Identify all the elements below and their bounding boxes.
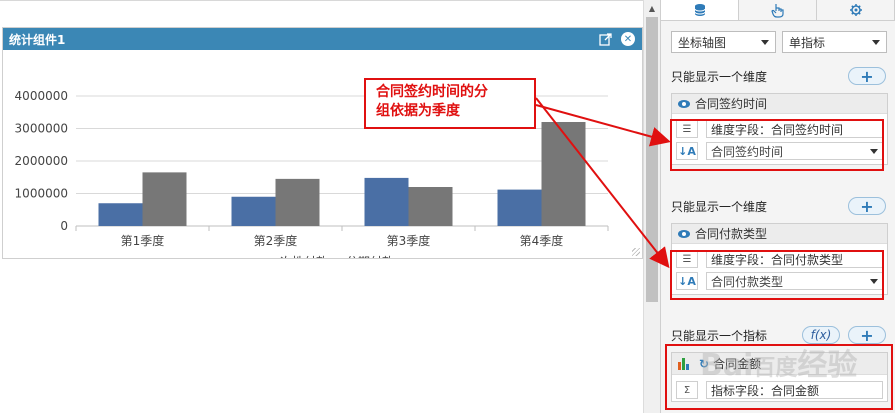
bar-series1 xyxy=(497,189,542,226)
section-label: 只能显示一个指标 xyxy=(671,328,768,343)
eye-icon[interactable] xyxy=(678,99,690,108)
y-tick-label: 0 xyxy=(60,219,68,233)
scroll-up-arrow-icon[interactable]: ▲ xyxy=(644,0,660,16)
eye-icon[interactable] xyxy=(678,229,690,238)
top-selects: 坐标轴图 单指标 xyxy=(661,21,895,53)
bar-chart: 0 1000000 2000000 3000000 4000000 第1季度 第2季度 第3季… xyxy=(15,89,609,258)
dimension-card[interactable]: 合同付款类型 ☰ 维度字段：合同付款类型 ↓A 合同付款类型 xyxy=(671,223,888,295)
add-dimension-button[interactable]: + xyxy=(848,197,886,216)
chevron-down-icon xyxy=(870,278,878,284)
x-tick-label: 第4季度 xyxy=(520,233,564,248)
config-panel: 坐标轴图 单指标 只能显示一个维度 + 合同签约时间 ☰ 维度字段：合同签约时间… xyxy=(660,0,895,413)
sort-az-icon[interactable]: ↓A xyxy=(676,272,698,290)
list-icon[interactable]: ☰ xyxy=(676,120,698,138)
section-label: 只能显示一个维度 xyxy=(671,69,768,84)
pointer-hand-icon xyxy=(770,3,784,18)
bar-chart-icon[interactable] xyxy=(678,357,689,370)
x-tick-label: 第2季度 xyxy=(254,233,298,248)
chevron-down-icon xyxy=(872,39,880,45)
stat-widget[interactable]: 统计组件1 ✕ 0 1000000 2000000 3000000 4000000 第1季… xyxy=(2,27,643,259)
chart-type-select[interactable]: 坐标轴图 xyxy=(671,31,776,53)
chevron-down-icon xyxy=(761,39,769,45)
vertical-scrollbar[interactable]: ▲ xyxy=(643,0,660,413)
bar-series1 xyxy=(364,177,409,226)
dimension-section-1: 只能显示一个维度 + 合同签约时间 ☰ 维度字段：合同签约时间 ↓A 合同签约时… xyxy=(661,65,895,165)
tab-interaction[interactable] xyxy=(739,0,817,20)
add-dimension-button[interactable]: + xyxy=(848,67,886,86)
indicator-section: 只能显示一个指标 f(x) + ↻ 合同金额 Σ 指标字段：合同金额 xyxy=(661,324,895,402)
y-tick-label: 2000000 xyxy=(15,154,68,168)
indicator-mode-select[interactable]: 单指标 xyxy=(782,31,887,53)
sum-icon[interactable]: Σ xyxy=(676,381,698,399)
indicator-card[interactable]: ↻ 合同金额 Σ 指标字段：合同金额 xyxy=(671,352,888,402)
close-icon[interactable]: ✕ xyxy=(620,31,636,47)
legend-label: 分期付款 xyxy=(346,255,394,258)
dimension-field: 维度字段：合同签约时间 xyxy=(706,120,883,138)
resize-handle[interactable] xyxy=(632,248,640,256)
bar-series2 xyxy=(541,122,586,226)
widget-title: 统计组件1 xyxy=(9,32,66,47)
tab-settings[interactable] xyxy=(817,0,895,20)
sort-field-select[interactable]: 合同签约时间 xyxy=(706,142,883,160)
bar-series1 xyxy=(98,203,143,226)
section-label: 只能显示一个维度 xyxy=(671,199,768,214)
dimension-card[interactable]: 合同签约时间 ☰ 维度字段：合同签约时间 ↓A 合同签约时间 xyxy=(671,93,888,165)
y-tick-label: 4000000 xyxy=(15,89,68,103)
bar-series2 xyxy=(275,178,320,226)
annotation-callout: 合同签约时间的分 组依据为季度 xyxy=(364,78,536,129)
dimension-field: 维度字段：合同付款类型 xyxy=(706,250,883,268)
widget-header: 统计组件1 ✕ xyxy=(3,28,642,50)
database-icon xyxy=(694,4,705,16)
scroll-thumb[interactable] xyxy=(646,17,658,302)
export-icon[interactable] xyxy=(598,31,614,47)
card-title: 合同付款类型 xyxy=(695,227,768,241)
y-tick-label: 1000000 xyxy=(15,187,68,201)
formula-button[interactable]: f(x) xyxy=(802,326,840,344)
tab-data[interactable] xyxy=(661,0,739,20)
canvas-top-border xyxy=(0,0,643,1)
dimension-section-2: 只能显示一个维度 + 合同付款类型 ☰ 维度字段：合同付款类型 ↓A 合同付款类… xyxy=(661,195,895,295)
refresh-icon[interactable]: ↻ xyxy=(699,357,709,371)
add-indicator-button[interactable]: + xyxy=(848,326,886,345)
bar-series2 xyxy=(408,187,453,226)
legend-label: 一次性付款 xyxy=(268,255,328,258)
chevron-down-icon xyxy=(870,148,878,154)
sort-az-icon[interactable]: ↓A xyxy=(676,142,698,160)
panel-tabs xyxy=(661,0,895,21)
y-tick-label: 3000000 xyxy=(15,122,68,136)
indicator-field: 指标字段：合同金额 xyxy=(706,381,883,399)
gear-icon xyxy=(849,4,862,16)
list-icon[interactable]: ☰ xyxy=(676,250,698,268)
card-title: 合同签约时间 xyxy=(695,97,768,111)
x-tick-label: 第1季度 xyxy=(121,233,165,248)
bar-series2 xyxy=(142,172,187,226)
bar-series1 xyxy=(231,196,276,226)
sort-field-select[interactable]: 合同付款类型 xyxy=(706,272,883,290)
card-title: 合同金额 xyxy=(713,357,762,371)
x-tick-label: 第3季度 xyxy=(387,233,431,248)
report-canvas: 统计组件1 ✕ 0 1000000 2000000 3000000 4000000 第1季… xyxy=(0,0,643,413)
